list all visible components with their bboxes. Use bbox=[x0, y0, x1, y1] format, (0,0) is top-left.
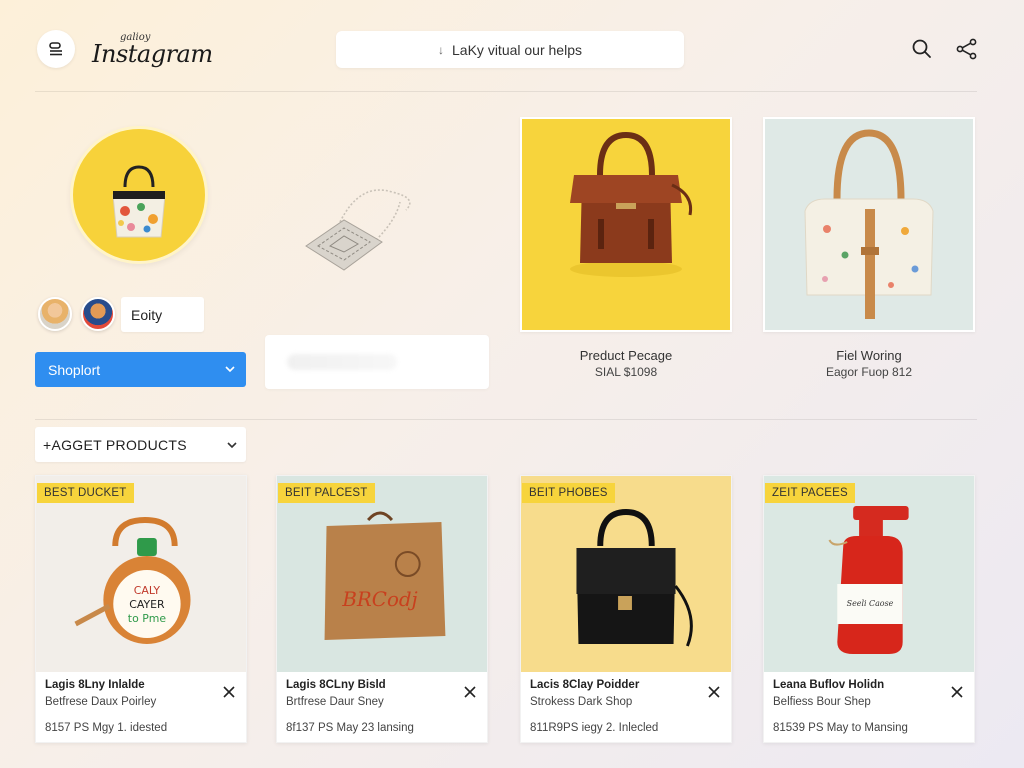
product-subtitle: Betfrese Daux Poirley bbox=[45, 696, 157, 708]
product-title: Leana Buflov Holidn bbox=[773, 679, 885, 691]
product-meta: 81539 PS May to Mansing bbox=[773, 722, 908, 734]
close-icon[interactable] bbox=[222, 685, 236, 699]
avatar[interactable] bbox=[81, 297, 115, 331]
product-badge: BEST DUCKET bbox=[37, 483, 134, 503]
featured-product-price: Eagor Fuop 812 bbox=[825, 365, 913, 379]
section-divider bbox=[35, 419, 977, 420]
shop-dropdown[interactable]: Shoplort bbox=[35, 352, 246, 387]
product-badge: BEIT PALCEST bbox=[278, 483, 375, 503]
featured-product-title: Preduct Pecage bbox=[579, 348, 673, 363]
shop-dropdown-label: Shoplort bbox=[48, 361, 101, 378]
product-meta: 8f137 PS May 23 lansing bbox=[286, 722, 414, 734]
target-products-label: +AGGET PRODUCTS bbox=[43, 436, 187, 453]
close-icon[interactable] bbox=[463, 685, 477, 699]
svg-text:CAYER: CAYER bbox=[129, 598, 165, 611]
product-title: Lagis 8CLny Bisld bbox=[286, 679, 386, 691]
brown-satchel-image bbox=[570, 131, 693, 277]
menu-button[interactable] bbox=[37, 30, 75, 68]
floral-handbag-image bbox=[804, 129, 934, 319]
profile-picture[interactable] bbox=[70, 126, 208, 264]
svg-text:BRCodj: BRCodj bbox=[341, 588, 417, 611]
featured-product-tile[interactable] bbox=[763, 117, 975, 332]
product-card[interactable]: BRCodj BEIT PALCEST Lagis 8CLny Bisld Br… bbox=[276, 475, 488, 743]
red-bottle-image: Seeli Caose bbox=[764, 476, 974, 672]
black-handbag-image bbox=[521, 476, 731, 672]
product-subtitle: Brtfrese Daur Sney bbox=[286, 696, 384, 708]
necklace-image bbox=[305, 189, 411, 271]
header-divider bbox=[35, 91, 977, 92]
product-badge: ZEIT PACEES bbox=[765, 483, 855, 503]
featured-product-title: Fiel Woring bbox=[836, 348, 902, 363]
bottle-bag-image: CALY CAYER to Pme bbox=[36, 476, 246, 672]
featured-product-tile[interactable] bbox=[520, 117, 732, 332]
logo-text: Instagram bbox=[92, 40, 213, 68]
product-card[interactable]: CALY CAYER to Pme BEST DUCKET Lagis 8Lny… bbox=[35, 475, 247, 743]
search-bar-text: LaKy vitual our helps bbox=[452, 41, 582, 58]
product-subtitle: Strokess Dark Shop bbox=[530, 696, 633, 708]
product-card[interactable]: Seeli Caose ZEIT PACEES Leana Buflov Hol… bbox=[763, 475, 975, 743]
entry-field-value: Eoity bbox=[131, 306, 163, 323]
chevron-down-icon bbox=[227, 442, 237, 449]
close-icon[interactable] bbox=[707, 685, 721, 699]
entry-field[interactable]: Eoity bbox=[121, 297, 204, 332]
svg-text:to Pme: to Pme bbox=[128, 612, 167, 625]
product-subtitle: Belfiess Bour Shep bbox=[773, 696, 871, 708]
menu-icon bbox=[49, 42, 62, 56]
logo[interactable]: galioy Instagram bbox=[92, 30, 213, 74]
svg-text:Seeli Caose: Seeli Caose bbox=[847, 599, 894, 608]
product-badge: BEIT PHOBES bbox=[522, 483, 615, 503]
product-meta: 8157 PS Mgy 1. idested bbox=[45, 722, 168, 734]
placeholder-card[interactable] bbox=[265, 335, 489, 389]
burlap-sack-image: BRCodj bbox=[277, 476, 487, 672]
tote-bag-image bbox=[112, 165, 166, 238]
product-meta: 811R9PS iegy 2. Inlecled bbox=[530, 722, 659, 734]
close-icon[interactable] bbox=[950, 685, 964, 699]
chevron-down-icon bbox=[225, 366, 235, 373]
featured-product-price: SIAL $1098 bbox=[594, 365, 658, 379]
share-icon[interactable] bbox=[954, 36, 980, 62]
search-bar-glyph: ↓ bbox=[438, 42, 445, 57]
product-card[interactable]: BEIT PHOBES Lacis 8Clay Poidder Strokess… bbox=[520, 475, 732, 743]
avatar[interactable] bbox=[38, 297, 72, 331]
svg-text:CALY: CALY bbox=[134, 584, 161, 597]
search-icon[interactable] bbox=[909, 36, 935, 62]
search-bar[interactable]: ↓ LaKy vitual our helps bbox=[336, 31, 684, 68]
product-title: Lacis 8Clay Poidder bbox=[530, 679, 640, 691]
target-products-dropdown[interactable]: +AGGET PRODUCTS bbox=[35, 427, 246, 462]
product-title: Lagis 8Lny Inlalde bbox=[45, 679, 145, 691]
